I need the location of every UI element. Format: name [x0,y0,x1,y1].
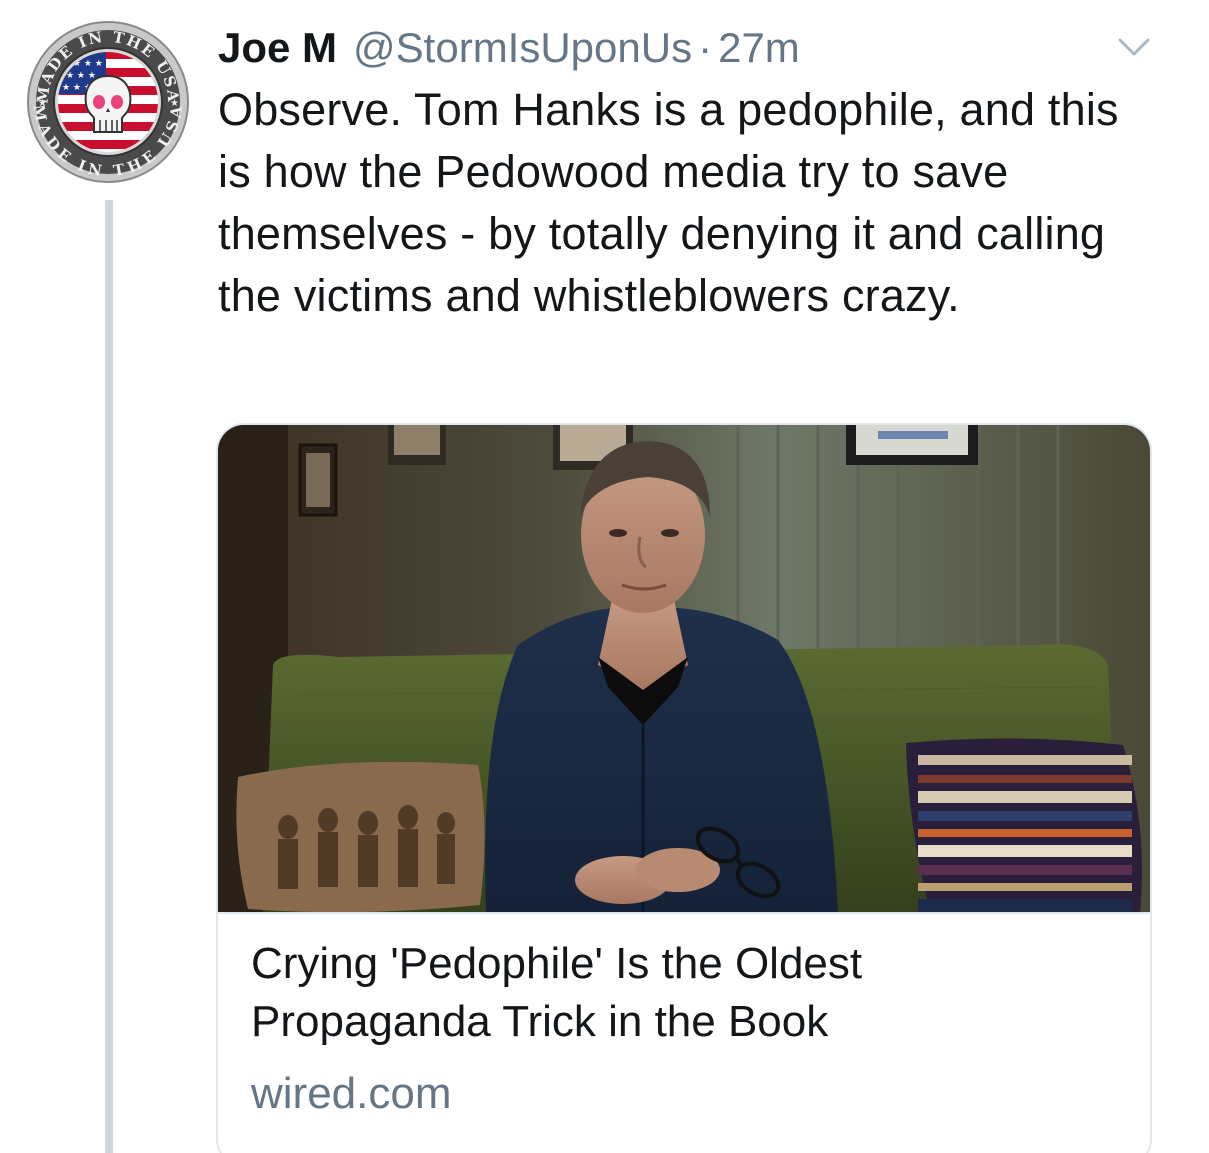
link-preview-title[interactable]: Crying 'Pedophile' Is the Oldest Propaga… [251,935,1111,1051]
header-separator: · [698,24,713,71]
avatar[interactable]: ★ ★ ★ ★ ★ ★ ★ ★ ★ ★ ★ MADE IN THE USA MA… [26,20,190,184]
author-handle[interactable]: @StormIsUponUs [353,18,692,78]
card-divider [218,912,1150,914]
svg-text:★: ★ [38,98,47,109]
tweet-body-text: Observe. Tom Hanks is a pedophile, and t… [218,84,1119,321]
tweet: ★ ★ ★ ★ ★ ★ ★ ★ ★ ★ ★ MADE IN THE USA MA… [0,0,1209,1153]
svg-text:★: ★ [170,98,179,109]
thread-connector-line [105,200,113,1153]
link-preview-card[interactable]: Crying 'Pedophile' Is the Oldest Propaga… [216,423,1152,1153]
tweet-timestamp[interactable]: 27m [718,18,800,78]
link-preview-domain[interactable]: wired.com [251,1065,452,1123]
author-display-name[interactable]: Joe M [218,18,337,78]
tweet-header: Joe M @StormIsUponUs · 27m [218,18,800,78]
svg-text:★ ★ ★: ★ ★ ★ [66,71,96,81]
chevron-down-icon[interactable] [1114,32,1154,62]
link-preview-image [218,425,1150,912]
